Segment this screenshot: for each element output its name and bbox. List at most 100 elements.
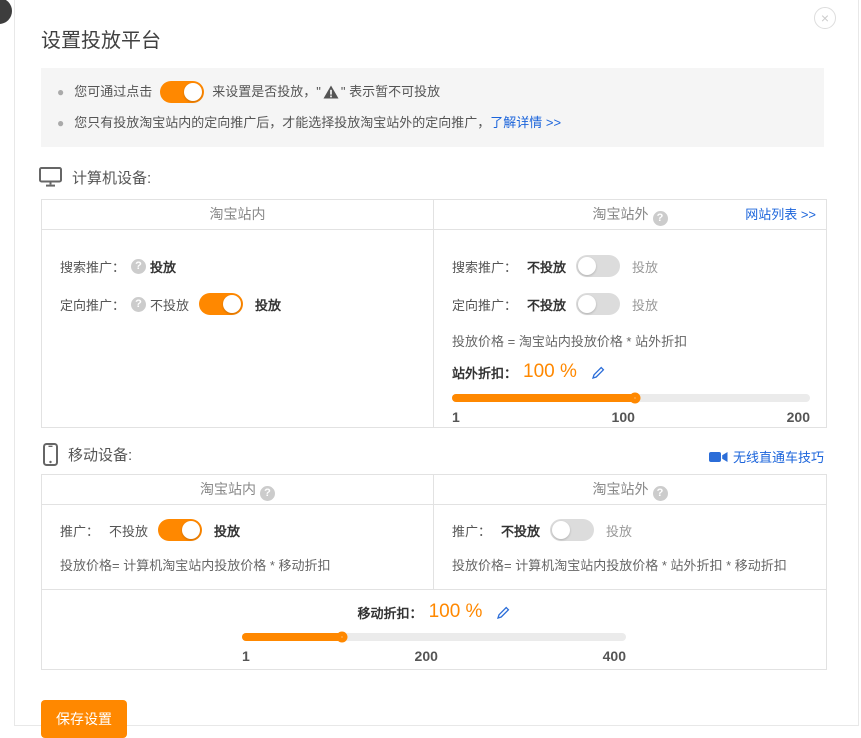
help-icon[interactable]: [131, 259, 146, 274]
mobile-table: 淘宝站内 淘宝站外 推广： 不投放 投放 投放价格= 计算机淘宝站内投放价格 *…: [41, 474, 827, 670]
edit-pencil-icon[interactable]: [496, 605, 510, 620]
video-camera-icon: [709, 451, 728, 463]
row-label: 搜索推广：: [452, 257, 517, 276]
computer-offsite-target-row: 定向推广： 不投放 投放: [452, 292, 810, 316]
computer-onsite-cell: 搜索推广： 投放 定向推广： 不投放 投放: [42, 230, 434, 427]
mobile-offsite-price-formula: 投放价格= 计算机淘宝站内投放价格 * 站外折扣 * 移动折扣: [452, 554, 810, 578]
state-off-label: 不投放: [109, 521, 148, 540]
notice-text: 来设置是否投放，": [212, 81, 321, 103]
computer-table-body: 搜索推广： 投放 定向推广： 不投放 投放 搜索推广： 不投放 投放: [42, 230, 826, 427]
tick-mid: 100: [612, 409, 635, 425]
computer-onsite-header: 淘宝站内: [42, 200, 434, 229]
help-icon[interactable]: [260, 486, 275, 501]
example-toggle[interactable]: [160, 81, 204, 103]
notice-line-1: ● 您可通过点击 来设置是否投放，" " 表示暂不可投放: [57, 81, 808, 103]
row-label: 定向推广：: [60, 295, 125, 314]
offsite-discount-row: 站外折扣： 100 %: [452, 359, 810, 385]
bullet-icon: ●: [57, 81, 64, 103]
computer-offsite-target-toggle[interactable]: [576, 293, 620, 315]
computer-onsite-search-row: 搜索推广： 投放: [60, 254, 417, 278]
mobile-onsite-header: 淘宝站内: [42, 475, 434, 504]
help-icon[interactable]: [653, 486, 668, 501]
slider-handle[interactable]: [629, 393, 640, 404]
state-on-label: 投放: [606, 521, 632, 540]
help-icon[interactable]: [653, 211, 668, 226]
background-avatar: [0, 0, 12, 24]
discount-value: 100 %: [523, 361, 577, 383]
computer-offsite-search-toggle[interactable]: [576, 255, 620, 277]
state-off-label: 不投放: [501, 521, 540, 540]
computer-onsite-target-row: 定向推广： 不投放 投放: [60, 292, 417, 316]
row-label: 推广：: [452, 521, 491, 540]
notice-box: ● 您可通过点击 来设置是否投放，" " 表示暂不可投放 ● 您只有投放淘宝站内…: [41, 68, 824, 147]
tick-min: 1: [242, 648, 250, 664]
set-platform-dialog: × 设置投放平台 ● 您可通过点击 来设置是否投放，" " 表示暂不可投放 ● …: [14, 0, 859, 726]
mobile-offsite-header: 淘宝站外: [434, 475, 826, 504]
site-list-link[interactable]: 网站列表 >>: [745, 200, 816, 229]
mobile-offsite-toggle[interactable]: [550, 519, 594, 541]
header-label: 淘宝站内: [200, 481, 256, 497]
learn-more-link[interactable]: 了解详情 >>: [490, 112, 561, 134]
mobile-section-header: 移动设备:: [43, 442, 132, 466]
mobile-onsite-promo-row: 推广： 不投放 投放: [60, 518, 417, 542]
state-off-label: 不投放: [527, 295, 566, 314]
tick-mid: 200: [415, 648, 438, 664]
header-label: 淘宝站内: [210, 206, 266, 222]
offsite-price-formula: 投放价格 = 淘宝站内投放价格 * 站外折扣: [452, 330, 810, 354]
row-label: 搜索推广：: [60, 257, 125, 276]
discount-label: 移动折扣：: [358, 603, 423, 622]
mobile-onsite-price-formula: 投放价格= 计算机淘宝站内投放价格 * 移动折扣: [60, 554, 417, 578]
computer-offsite-cell: 搜索推广： 不投放 投放 定向推广： 不投放 投放 投放价格 = 淘宝站内投放价…: [434, 230, 826, 427]
computer-table-header: 淘宝站内 淘宝站外 网站列表 >>: [42, 200, 826, 230]
monitor-icon: [39, 167, 62, 187]
discount-value: 100 %: [429, 601, 483, 623]
tick-min: 1: [452, 409, 460, 425]
offsite-slider-ticks: 1 100 200: [452, 409, 810, 425]
warning-icon: [323, 85, 339, 99]
mobile-slider-ticks: 1 200 400: [242, 648, 626, 664]
state-on-label: 投放: [214, 521, 240, 540]
computer-section-header: 计算机设备:: [39, 165, 836, 189]
computer-offsite-search-row: 搜索推广： 不投放 投放: [452, 254, 810, 278]
mobile-table-header: 淘宝站内 淘宝站外: [42, 475, 826, 505]
save-settings-button[interactable]: 保存设置: [41, 700, 127, 738]
header-label: 淘宝站外: [593, 206, 649, 222]
mobile-slider-wrap: 1 200 400: [242, 633, 626, 664]
computer-onsite-target-toggle[interactable]: [199, 293, 243, 315]
wireless-tips-label: 无线直通车技巧: [733, 447, 824, 466]
mobile-discount-band: 移动折扣： 100 % 1 200 400: [42, 589, 826, 669]
header-label: 淘宝站外: [593, 481, 649, 497]
computer-table: 淘宝站内 淘宝站外 网站列表 >> 搜索推广： 投放 定向推广： 不投放: [41, 199, 827, 428]
mobile-onsite-cell: 推广： 不投放 投放 投放价格= 计算机淘宝站内投放价格 * 移动折扣: [42, 505, 434, 589]
state-value: 投放: [150, 257, 176, 276]
mobile-discount-slider[interactable]: [242, 633, 626, 641]
slider-fill: [452, 394, 635, 402]
notice-text: " 表示暂不可投放: [341, 81, 440, 103]
row-label: 推广：: [60, 521, 99, 540]
notice-text: 您只有投放淘宝站内的定向推广后，才能选择投放淘宝站外的定向推广，: [74, 112, 490, 134]
wireless-tips-link[interactable]: 无线直通车技巧: [709, 447, 824, 466]
state-on-label: 投放: [632, 257, 658, 276]
tick-max: 200: [787, 409, 810, 425]
help-icon[interactable]: [131, 297, 146, 312]
offsite-discount-slider[interactable]: [452, 394, 810, 402]
mobile-offsite-promo-row: 推广： 不投放 投放: [452, 518, 810, 542]
slider-fill: [242, 633, 342, 641]
state-off-label: 不投放: [527, 257, 566, 276]
close-icon[interactable]: ×: [814, 7, 836, 29]
computer-section-title: 计算机设备:: [72, 167, 151, 188]
mobile-onsite-toggle[interactable]: [158, 519, 202, 541]
mobile-table-body: 推广： 不投放 投放 投放价格= 计算机淘宝站内投放价格 * 移动折扣 推广： …: [42, 505, 826, 589]
mobile-discount-row: 移动折扣： 100 %: [42, 599, 826, 625]
edit-pencil-icon[interactable]: [591, 365, 605, 380]
slider-handle[interactable]: [336, 632, 347, 643]
state-on-label: 投放: [255, 295, 281, 314]
phone-icon: [43, 443, 58, 466]
computer-offsite-header: 淘宝站外 网站列表 >>: [434, 200, 826, 229]
mobile-offsite-cell: 推广： 不投放 投放 投放价格= 计算机淘宝站内投放价格 * 站外折扣 * 移动…: [434, 505, 826, 589]
notice-text: 您可通过点击: [74, 81, 152, 103]
row-label: 定向推广：: [452, 295, 517, 314]
bullet-icon: ●: [57, 112, 64, 134]
state-on-label: 投放: [632, 295, 658, 314]
state-off-label: 不投放: [150, 295, 189, 314]
